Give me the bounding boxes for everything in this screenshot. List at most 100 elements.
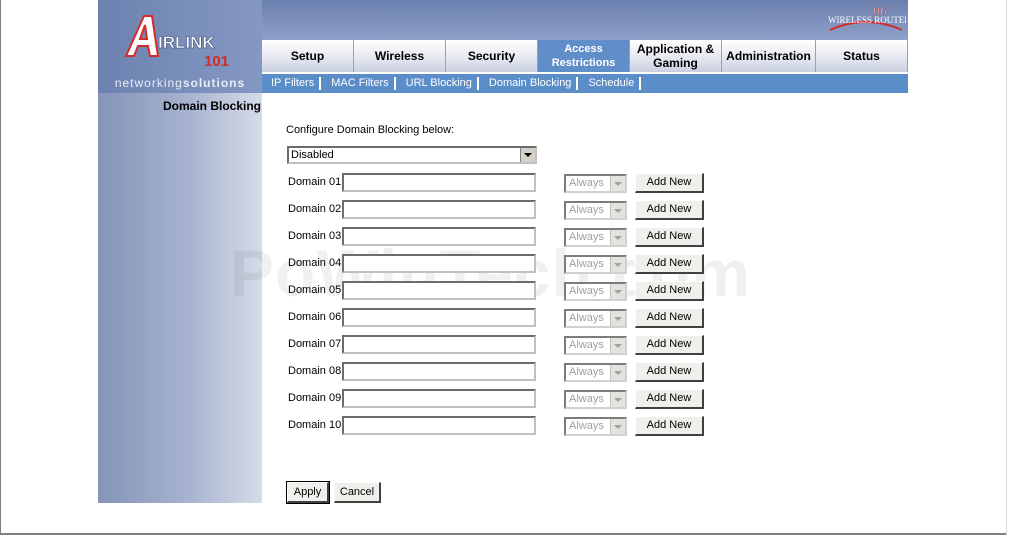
tab-security[interactable]: Security — [446, 40, 538, 72]
schedule-select: Always — [564, 417, 627, 436]
svg-text:IRLINK: IRLINK — [158, 33, 215, 52]
schedule-value: Always — [569, 339, 604, 351]
sidebar: Domain Blocking — [98, 93, 262, 503]
add-new-button[interactable]: Add New — [635, 308, 704, 328]
chevron-down-icon — [610, 365, 625, 380]
tab-administration[interactable]: Administration — [722, 40, 816, 72]
add-new-button[interactable]: Add New — [635, 362, 704, 382]
domain-input[interactable] — [342, 416, 536, 435]
chevron-down-icon[interactable] — [520, 148, 535, 162]
schedule-value: Always — [569, 366, 604, 378]
subtab-mac-filters[interactable]: MAC Filters — [326, 77, 396, 90]
configure-label: Configure Domain Blocking below: — [286, 124, 455, 136]
cancel-button[interactable]: Cancel — [334, 482, 381, 503]
domain-input[interactable] — [342, 335, 536, 354]
add-new-button[interactable]: Add New — [635, 173, 704, 193]
chevron-down-icon — [610, 338, 625, 353]
tab-access-restrictions[interactable]: Access Restrictions — [538, 40, 630, 72]
add-new-button[interactable]: Add New — [635, 227, 704, 247]
domain-input[interactable] — [342, 281, 536, 300]
wireless-router-logo: 11G WIRELESS ROUTER — [828, 6, 906, 31]
schedule-select: Always — [564, 336, 627, 355]
chevron-down-icon — [610, 419, 625, 434]
domain-label: Domain 08: — [288, 365, 345, 377]
domain-label: Domain 07: — [288, 338, 345, 350]
domain-label: Domain 10: — [288, 419, 345, 431]
schedule-select: Always — [564, 309, 627, 328]
schedule-value: Always — [569, 312, 604, 324]
schedule-value: Always — [569, 285, 604, 297]
brand-panel: IRLINK 101 networkingsolutions — [98, 0, 262, 93]
tab-status[interactable]: Status — [816, 40, 908, 72]
domain-input[interactable] — [342, 389, 536, 408]
main-tabs: Setup Wireless Security Access Restricti… — [262, 40, 908, 72]
domain-row: Domain 10: Always Add New — [288, 416, 708, 436]
tagline-light: networking — [114, 76, 183, 90]
add-new-button[interactable]: Add New — [635, 281, 704, 301]
airlink-logo: IRLINK 101 — [124, 15, 229, 68]
header-band: 11G WIRELESS ROUTER — [262, 0, 908, 40]
domain-row: Domain 02: Always Add New — [288, 200, 708, 220]
tab-setup[interactable]: Setup — [262, 40, 354, 72]
subtab-domain-blocking[interactable]: Domain Blocking — [484, 77, 579, 90]
page-border — [0, 0, 1, 535]
domain-label: Domain 06: — [288, 311, 345, 323]
schedule-value: Always — [569, 420, 604, 432]
tab-wireless[interactable]: Wireless — [354, 40, 446, 72]
domain-row: Domain 04: Always Add New — [288, 254, 708, 274]
tagline: networkingsolutions — [98, 74, 262, 92]
add-new-button[interactable]: Add New — [635, 389, 704, 409]
schedule-value: Always — [569, 258, 604, 270]
schedule-select: Always — [564, 255, 627, 274]
sub-navigation: IP Filters MAC Filters URL Blocking Doma… — [262, 74, 908, 93]
schedule-select: Always — [564, 174, 627, 193]
chevron-down-icon — [610, 176, 625, 191]
schedule-select: Always — [564, 282, 627, 301]
chevron-down-icon — [610, 203, 625, 218]
tab-application-gaming[interactable]: Application & Gaming — [630, 40, 722, 72]
chevron-down-icon — [610, 284, 625, 299]
domain-input[interactable] — [342, 227, 536, 246]
domain-label: Domain 05: — [288, 284, 345, 296]
domain-input[interactable] — [342, 308, 536, 327]
chevron-down-icon — [610, 257, 625, 272]
domain-row: Domain 08: Always Add New — [288, 362, 708, 382]
domain-input[interactable] — [342, 254, 536, 273]
svg-text:101: 101 — [204, 53, 229, 68]
subtab-ip-filters[interactable]: IP Filters — [266, 77, 322, 90]
domain-row: Domain 03: Always Add New — [288, 227, 708, 247]
add-new-button[interactable]: Add New — [635, 254, 704, 274]
domain-input[interactable] — [342, 362, 536, 381]
schedule-value: Always — [569, 393, 604, 405]
chevron-down-icon — [610, 311, 625, 326]
subtab-url-blocking[interactable]: URL Blocking — [401, 77, 479, 90]
schedule-select: Always — [564, 228, 627, 247]
blocking-mode-select[interactable]: Disabled — [287, 146, 537, 164]
domain-input[interactable] — [342, 200, 536, 219]
tagline-bold: solutions — [182, 76, 246, 90]
domain-row: Domain 01: Always Add New — [288, 173, 708, 193]
schedule-select: Always — [564, 390, 627, 409]
domain-row: Domain 07: Always Add New — [288, 335, 708, 355]
schedule-select: Always — [564, 363, 627, 382]
apply-button[interactable]: Apply — [286, 481, 330, 504]
schedule-value: Always — [569, 204, 604, 216]
add-new-button[interactable]: Add New — [635, 200, 704, 220]
domain-label: Domain 09: — [288, 392, 345, 404]
add-new-button[interactable]: Add New — [635, 416, 704, 436]
chevron-down-icon — [610, 392, 625, 407]
schedule-value: Always — [569, 231, 604, 243]
router-label: WIRELESS ROUTER — [828, 15, 906, 25]
domain-row: Domain 09: Always Add New — [288, 389, 708, 409]
domain-label: Domain 04: — [288, 257, 345, 269]
page-title: Domain Blocking — [162, 99, 261, 113]
schedule-value: Always — [569, 177, 604, 189]
subtab-schedule[interactable]: Schedule — [583, 77, 642, 90]
domain-label: Domain 03: — [288, 230, 345, 242]
domain-label: Domain 01: — [288, 176, 345, 188]
chevron-down-icon — [610, 230, 625, 245]
add-new-button[interactable]: Add New — [635, 335, 704, 355]
vertical-scrollbar[interactable] — [1006, 0, 1022, 535]
domain-row: Domain 05: Always Add New — [288, 281, 708, 301]
domain-input[interactable] — [342, 173, 536, 192]
